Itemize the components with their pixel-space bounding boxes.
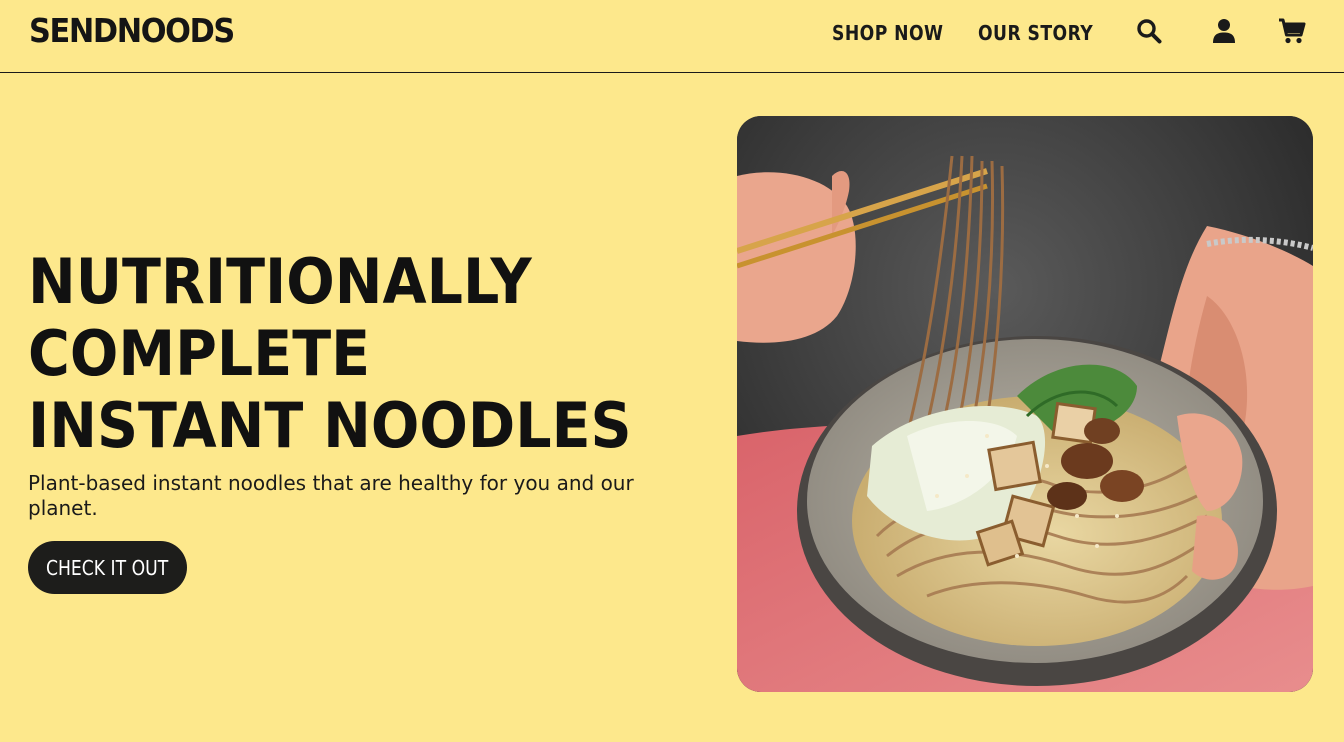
hero-title: NUTRITIONALLY COMPLETE INSTANT NOODLES [28, 245, 632, 462]
hero-noodle-bowl-image [737, 116, 1313, 692]
nav-shop-now[interactable]: SHOP NOW [832, 20, 943, 46]
cart-icon[interactable] [1277, 16, 1307, 46]
hero-subtitle: Plant-based instant noodles that are hea… [28, 471, 634, 520]
check-it-out-label: CHECK IT OUT [46, 555, 169, 580]
site-header: SENDNOODS SHOP NOW OUR STORY [0, 0, 1344, 73]
search-icon[interactable] [1134, 16, 1164, 46]
sendnoods-logo[interactable]: SENDNOODS [29, 9, 235, 53]
nav-our-story[interactable]: OUR STORY [978, 20, 1093, 46]
check-it-out-button[interactable]: CHECK IT OUT [28, 541, 187, 594]
account-icon[interactable] [1209, 16, 1239, 46]
